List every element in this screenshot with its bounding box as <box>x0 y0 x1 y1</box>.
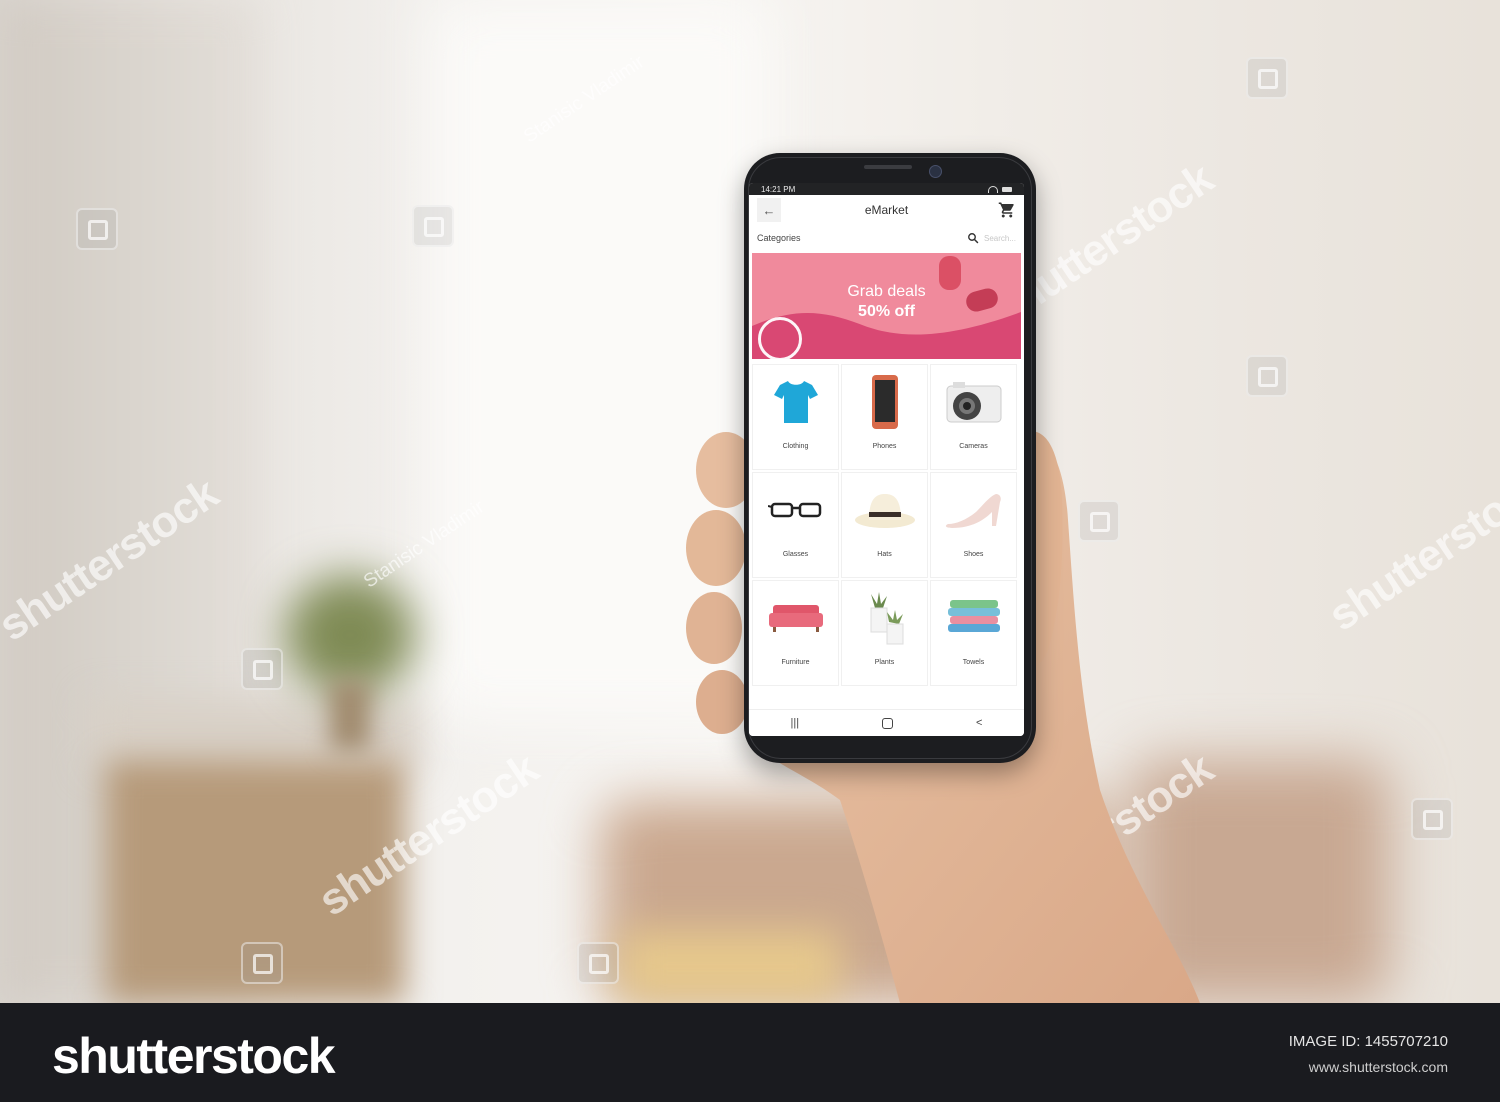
system-back-button[interactable]: < <box>976 717 982 729</box>
category-label: Phones <box>872 443 897 450</box>
category-tile-hats[interactable]: Hats <box>842 473 927 577</box>
brand-logo: shutterstock <box>52 1028 336 1084</box>
category-label: Plants <box>874 659 895 666</box>
back-arrow-icon: ← <box>762 202 776 218</box>
stock-footer-bar: shutterstock IMAGE ID: 1455707210 www.sh… <box>0 1003 1500 1102</box>
smartphone-icon <box>871 375 898 429</box>
phone-screen: 14:21 PM ← eMarket Categories Search... … <box>749 183 1024 736</box>
tshirt-icon <box>773 381 818 423</box>
watermark-logo-icon <box>577 942 619 984</box>
category-tile-glasses[interactable]: Glasses <box>753 473 838 577</box>
categories-bar: Categories Search... <box>749 225 1024 251</box>
banner-headline: Grab deals <box>847 283 926 300</box>
categories-label: Categories <box>757 233 801 243</box>
camera-icon <box>946 382 1001 423</box>
category-tile-clothing[interactable]: Clothing <box>753 365 838 469</box>
watermark-logo-icon <box>76 208 118 250</box>
watermark-logo-icon <box>1246 57 1288 99</box>
banner-discount: 50% off <box>858 303 915 320</box>
category-label: Cameras <box>959 443 988 450</box>
watermark-logo-icon <box>1078 500 1120 542</box>
category-tile-cameras[interactable]: Cameras <box>931 365 1016 469</box>
back-arrow-button[interactable]: ← <box>757 198 781 222</box>
search-placeholder: Search... <box>983 233 1016 243</box>
wifi-icon <box>988 185 998 193</box>
search-field[interactable]: Search... <box>967 232 1016 244</box>
category-tile-phones[interactable]: Phones <box>842 365 927 469</box>
watermark-text: shutterstock <box>1320 459 1500 641</box>
category-tile-shoes[interactable]: Shoes <box>931 473 1016 577</box>
shoe-icon <box>945 494 1001 528</box>
category-grid: Clothing Phones Cameras Glasses Hats Sho… <box>749 359 1024 685</box>
site-url: www.shutterstock.com <box>1308 1059 1448 1075</box>
category-label: Glasses <box>782 551 809 558</box>
phone-front-camera <box>929 165 942 178</box>
glasses-icon <box>767 502 821 518</box>
watermark-logo-icon <box>1246 355 1288 397</box>
category-label: Furniture <box>781 659 810 666</box>
category-label: Hats <box>877 551 892 558</box>
category-label: Towels <box>962 659 985 666</box>
watermark-logo-icon <box>412 205 454 247</box>
search-icon <box>968 233 979 244</box>
sofa-icon <box>768 605 823 632</box>
watermark-logo-icon <box>1411 798 1453 840</box>
home-button[interactable] <box>882 717 894 729</box>
app-header: ← eMarket <box>749 195 1024 225</box>
plant-icon <box>870 592 903 645</box>
category-tile-furniture[interactable]: Furniture <box>753 581 838 685</box>
category-label: Shoes <box>963 551 984 558</box>
category-tile-towels[interactable]: Towels <box>931 581 1016 685</box>
promo-banner[interactable]: Grab deals 50% off <box>752 253 1021 359</box>
shopping-cart-button[interactable] <box>998 201 1016 219</box>
towels-icon <box>947 600 1000 632</box>
battery-icon <box>1002 186 1012 192</box>
banner-badge-icon <box>758 317 802 359</box>
status-time: 14:21 PM <box>761 184 796 194</box>
watermark-logo-icon <box>241 648 283 690</box>
watermark-logo-icon <box>241 942 283 984</box>
category-label: Clothing <box>782 443 809 450</box>
hat-icon <box>854 494 915 528</box>
image-id-label: IMAGE ID: 1455707210 <box>1288 1033 1448 1050</box>
recent-apps-button[interactable]: ||| <box>790 717 799 729</box>
phone-speaker <box>864 165 912 169</box>
smartphone: 14:21 PM ← eMarket Categories Search... … <box>744 153 1036 763</box>
cart-icon <box>998 202 1014 218</box>
status-bar: 14:21 PM <box>749 183 1024 195</box>
android-nav-bar: ||| < <box>749 709 1024 736</box>
app-title: eMarket <box>864 203 909 217</box>
category-tile-plants[interactable]: Plants <box>842 581 927 685</box>
